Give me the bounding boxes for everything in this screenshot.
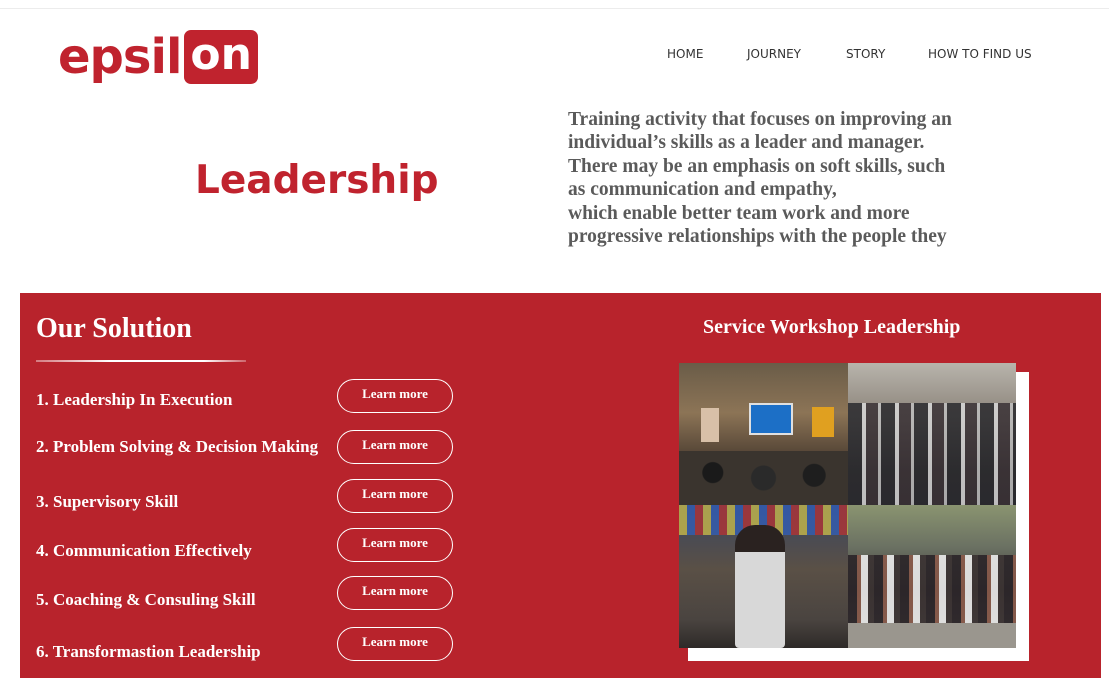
photo-group xyxy=(848,555,1016,625)
learn-more-button-1[interactable]: Learn more xyxy=(337,379,453,413)
solution-item-3: 3. Supervisory Skill xyxy=(36,492,179,511)
solution-title: Our Solution xyxy=(36,313,192,344)
solution-item-5: 5. Coaching & Consuling Skill xyxy=(36,590,256,609)
workshop-photo-group-outdoor xyxy=(848,505,1016,648)
top-divider xyxy=(0,8,1109,9)
service-title: Service Workshop Leadership xyxy=(703,316,961,338)
solution-item-4: 4. Communication Effectively xyxy=(36,541,252,560)
learn-more-button-4[interactable]: Learn more xyxy=(337,528,453,562)
photo-person xyxy=(735,525,785,648)
main-nav: HOME JOURNEY STORY HOW TO FIND US xyxy=(0,47,1109,67)
photo-audience xyxy=(679,451,848,505)
workshop-photo-standing-group xyxy=(848,363,1016,505)
nav-journey[interactable]: JOURNEY xyxy=(747,47,801,61)
learn-more-button-5[interactable]: Learn more xyxy=(337,576,453,610)
photo-banner xyxy=(812,407,834,437)
photo-floor xyxy=(848,623,1016,648)
learn-more-button-2[interactable]: Learn more xyxy=(337,430,453,464)
workshop-photo-collage xyxy=(679,363,1016,648)
hero-description: Training activity that focuses on improv… xyxy=(568,109,952,248)
nav-story[interactable]: STORY xyxy=(846,47,885,61)
solution-item-6: 6. Transformastion Leadership xyxy=(36,642,261,661)
nav-home[interactable]: HOME xyxy=(667,47,703,61)
learn-more-button-6[interactable]: Learn more xyxy=(337,627,453,661)
workshop-photo-presentation xyxy=(679,363,848,505)
solution-item-1: 1. Leadership In Execution xyxy=(36,390,233,409)
photo-banner xyxy=(701,408,719,442)
solution-item-2: 2. Problem Solving & Decision Making xyxy=(36,437,319,456)
nav-how-to-find-us[interactable]: HOW TO FIND US xyxy=(928,47,1032,61)
photo-screen xyxy=(749,403,793,435)
page-title: Leadership xyxy=(195,158,439,203)
solution-title-underline xyxy=(36,360,246,362)
learn-more-button-3[interactable]: Learn more xyxy=(337,479,453,513)
photo-people xyxy=(848,403,1016,505)
workshop-photo-clapping xyxy=(679,505,848,648)
